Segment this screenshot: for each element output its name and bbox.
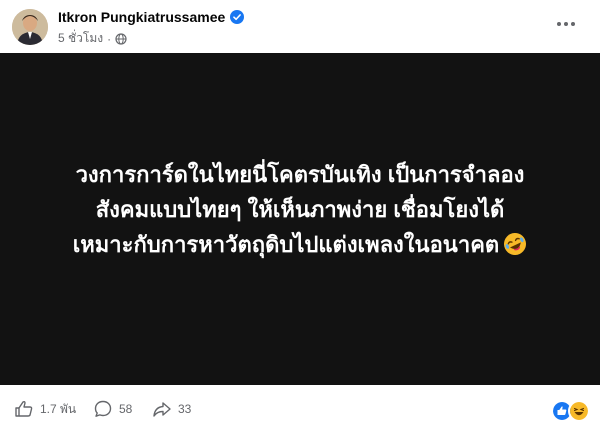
author-row: Itkron Pungkiatrussamee: [58, 9, 245, 25]
avatar[interactable]: [12, 9, 48, 45]
reaction-summary[interactable]: [551, 400, 590, 422]
thumbs-up-icon: [15, 400, 33, 417]
like-button[interactable]: 1.7 พัน: [14, 399, 76, 419]
more-options-icon[interactable]: [554, 12, 578, 36]
post-text-block: วงการการ์ดในไทยนี่โคตรบันเทิง เป็นการจำล…: [70, 157, 530, 262]
haha-reaction-icon: [568, 400, 590, 422]
share-arrow-icon: [153, 402, 171, 417]
verified-badge-icon: [230, 10, 245, 24]
text-post-card: วงการการ์ดในไทยนี่โคตรบันเทิง เป็นการจำล…: [0, 53, 600, 385]
share-button[interactable]: 33: [152, 399, 191, 419]
post-header: Itkron Pungkiatrussamee 5 ชั่วโมง ·: [0, 0, 600, 50]
comment-button[interactable]: 58: [93, 399, 132, 419]
like-count: 1.7 พัน: [40, 401, 77, 416]
comment-bubble-icon: [94, 400, 112, 417]
comment-count: 58: [119, 402, 133, 416]
post-actions: 1.7 พัน 58 33: [0, 393, 600, 427]
post-text: วงการการ์ดในไทยนี่โคตรบันเทิง เป็นการจำล…: [72, 161, 525, 257]
share-count: 33: [178, 402, 192, 416]
rolling-laughing-emoji-icon: [504, 232, 527, 255]
post-meta: 5 ชั่วโมง ·: [58, 29, 127, 48]
author-name[interactable]: Itkron Pungkiatrussamee: [58, 9, 225, 25]
post-timestamp[interactable]: 5 ชั่วโมง: [58, 29, 103, 48]
globe-icon[interactable]: [115, 32, 127, 45]
avatar-image: [12, 9, 48, 45]
